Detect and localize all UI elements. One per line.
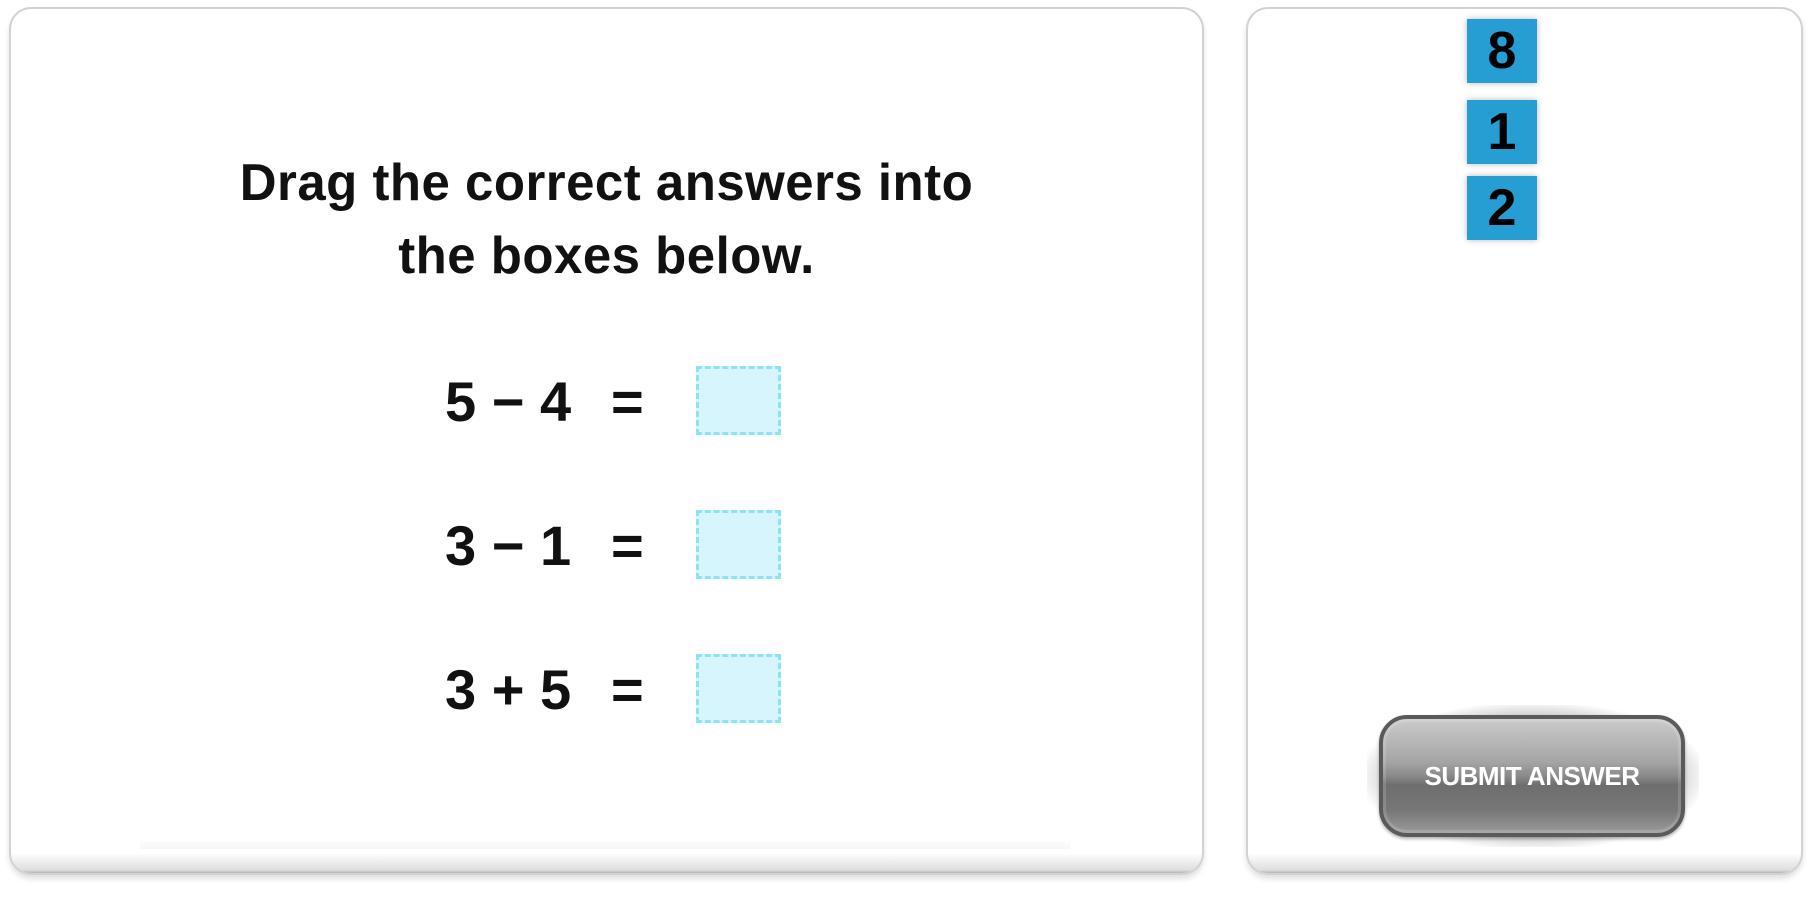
instructions-line-1: Drag the correct answers into bbox=[239, 154, 974, 212]
instructions-heading: Drag the correct answers into the boxes … bbox=[11, 147, 1202, 293]
equals-sign: = bbox=[611, 514, 644, 577]
answer-tile[interactable]: 8 bbox=[1467, 19, 1537, 83]
divider bbox=[140, 841, 1070, 849]
answer-drop-box-2[interactable] bbox=[696, 510, 781, 579]
submit-answer-button[interactable]: SUBMIT ANSWER bbox=[1379, 715, 1685, 837]
equation-row: 3 − 1 = bbox=[11, 510, 1202, 580]
equals-sign: = bbox=[611, 658, 644, 721]
equation-expression: 5 − 4 bbox=[445, 370, 572, 433]
question-panel: Drag the correct answers into the boxes … bbox=[9, 7, 1204, 875]
equation-row: 3 + 5 = bbox=[11, 654, 1202, 724]
instructions-line-2: the boxes below. bbox=[398, 227, 815, 285]
answer-drop-box-1[interactable] bbox=[696, 366, 781, 435]
equation-expression: 3 + 5 bbox=[445, 658, 572, 721]
equation-expression: 3 − 1 bbox=[445, 514, 572, 577]
equals-sign: = bbox=[611, 370, 644, 433]
answer-drop-box-3[interactable] bbox=[696, 654, 781, 723]
equation-row: 5 − 4 = bbox=[11, 366, 1202, 436]
submit-button-container: SUBMIT ANSWER bbox=[1367, 705, 1699, 847]
answer-tile[interactable]: 2 bbox=[1467, 176, 1537, 240]
answer-bank-panel: 8 1 2 SUBMIT ANSWER bbox=[1246, 7, 1803, 875]
answer-tile[interactable]: 1 bbox=[1467, 100, 1537, 164]
